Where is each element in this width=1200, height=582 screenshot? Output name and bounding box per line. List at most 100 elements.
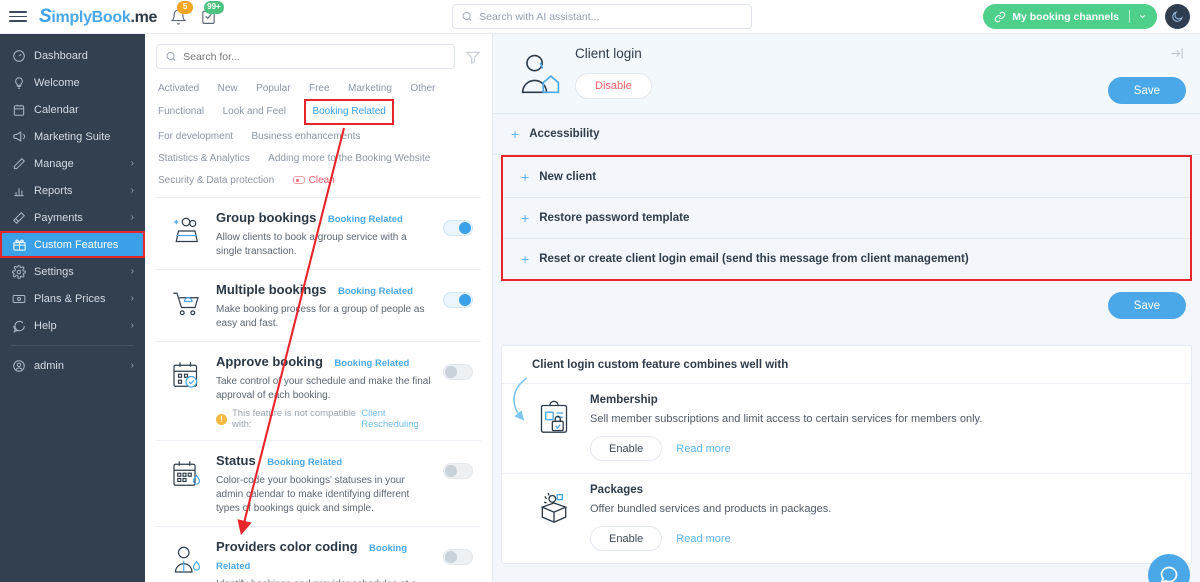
filter-tag-adding-more-booking-website[interactable]: Adding more to the Booking Website — [268, 149, 430, 169]
global-search-input[interactable] — [479, 10, 743, 23]
feature-toggle-group-bookings[interactable] — [443, 220, 473, 236]
combine-item-description: Sell member subscriptions and limit acce… — [590, 413, 983, 425]
filter-tag-popular[interactable]: Popular — [256, 79, 290, 99]
filter-tag-business-enhancements[interactable]: Business enhancements — [252, 127, 361, 147]
sidebar-item-plans-and-prices[interactable]: Plans & Prices › — [0, 285, 145, 312]
sidebar-item-settings[interactable]: Settings › — [0, 258, 145, 285]
sidebar-item-dashboard[interactable]: Dashboard — [0, 42, 145, 69]
dark-mode-toggle-button[interactable] — [1165, 4, 1190, 29]
group-bookings-icon — [166, 211, 206, 251]
sidebar-item-calendar[interactable]: Calendar — [0, 96, 145, 123]
app-logo[interactable]: SimplyBook.me — [39, 6, 157, 28]
feature-card-multiple-bookings[interactable]: Multiple bookings Booking Related Make b… — [156, 270, 481, 342]
detail-bottom-save-button[interactable]: Save — [1107, 292, 1186, 319]
booking-channels-label: My booking channels — [1012, 10, 1119, 23]
features-card-list: Group bookings Booking Related Allow cli… — [156, 197, 481, 582]
features-search-input[interactable] — [183, 50, 446, 63]
read-more-packages-link[interactable]: Read more — [676, 533, 730, 545]
combines-well-with-title: Client login custom feature combines wel… — [532, 359, 789, 371]
main-sidebar: Dashboard Welcome Calendar Marketing Sui… — [0, 34, 145, 582]
sidebar-item-reports[interactable]: Reports › — [0, 177, 145, 204]
sidebar-item-manage[interactable]: Manage › — [0, 150, 145, 177]
filter-tag-look-and-feel[interactable]: Look and Feel — [223, 102, 286, 122]
filter-tag-other[interactable]: Other — [410, 79, 435, 99]
filter-tag-functional[interactable]: Functional — [158, 102, 204, 122]
sidebar-divider — [11, 345, 134, 346]
sidebar-item-marketing-suite[interactable]: Marketing Suite — [0, 123, 145, 150]
detail-title: Client login — [575, 46, 642, 61]
feature-card-body: Group bookings Booking Related Allow cli… — [216, 208, 433, 259]
calendar-color-icon — [166, 454, 206, 494]
accordion-row-restore-password-template[interactable]: + Restore password template — [503, 198, 1190, 239]
feature-title: Group bookings — [216, 210, 317, 225]
feature-toggle-multiple-bookings[interactable] — [443, 292, 473, 308]
feature-description: Make booking process for a group of peop… — [216, 304, 425, 329]
sidebar-item-welcome[interactable]: Welcome — [0, 69, 145, 96]
feature-description: Allow clients to book a group service wi… — [216, 232, 407, 257]
feature-title: Approve booking — [216, 354, 323, 369]
chevron-right-icon: › — [130, 293, 134, 304]
tasks-icon[interactable]: 99+ — [200, 0, 224, 26]
combine-item-title: Membership — [590, 394, 658, 406]
enable-membership-button[interactable]: Enable — [590, 436, 663, 461]
feature-card-providers-color-coding[interactable]: Providers color coding Booking Related I… — [156, 527, 481, 582]
collapse-right-icon[interactable] — [1169, 46, 1184, 61]
combine-item-body: Packages Offer bundled services and prod… — [590, 484, 1173, 551]
moon-icon — [1172, 11, 1183, 22]
filter-tag-booking-related[interactable]: Booking Related — [304, 99, 394, 125]
feature-toggle-status[interactable] — [443, 463, 473, 479]
filter-tag-free[interactable]: Free — [309, 79, 330, 99]
sidebar-label: Dashboard — [34, 49, 88, 62]
my-booking-channels-button[interactable]: My booking channels — [983, 4, 1157, 29]
sidebar-item-help[interactable]: Help › — [0, 312, 145, 339]
logo-imply: imply — [51, 8, 92, 26]
chat-icon — [12, 319, 31, 333]
features-search-box[interactable] — [156, 44, 455, 69]
enable-packages-button[interactable]: Enable — [590, 526, 663, 551]
sidebar-label: Welcome — [34, 76, 80, 89]
user-circle-icon — [12, 359, 31, 373]
warning-icon: ! — [216, 413, 227, 425]
filter-tag-new[interactable]: New — [218, 79, 238, 99]
accordion-row-new-client[interactable]: + New client — [503, 157, 1190, 198]
sidebar-item-custom-features[interactable]: Custom Features — [0, 231, 145, 258]
filter-tag-marketing[interactable]: Marketing — [348, 79, 392, 99]
feature-card-status[interactable]: Status Booking Related Color-code your b… — [156, 441, 481, 527]
feature-toggle-approve-booking[interactable] — [443, 364, 473, 380]
accordion-row-accessibility[interactable]: + Accessibility — [493, 114, 1200, 155]
global-search-box[interactable] — [452, 4, 752, 29]
chevron-down-icon[interactable] — [1138, 12, 1147, 21]
feature-card-approve-booking[interactable]: Approve booking Booking Related Take con… — [156, 342, 481, 441]
accordion-row-reset-or-create-client-login-email[interactable]: + Reset or create client login email (se… — [503, 239, 1190, 279]
accordion-label: Reset or create client login email (send… — [539, 253, 969, 265]
detail-header-save-button[interactable]: Save — [1107, 77, 1186, 104]
feature-card-body: Multiple bookings Booking Related Make b… — [216, 280, 433, 331]
combines-well-with-section: Client login custom feature combines wel… — [501, 345, 1192, 564]
disable-feature-button[interactable]: Disable — [575, 73, 652, 99]
sidebar-item-payments[interactable]: Payments › — [0, 204, 145, 231]
filter-tag-activated[interactable]: Activated — [158, 79, 199, 99]
filter-tag-security-data-protection[interactable]: Security & Data protection — [158, 171, 274, 191]
features-search-row — [156, 44, 481, 69]
feature-tag: Booking Related — [337, 286, 413, 297]
note-link-client-rescheduling[interactable]: Client Rescheduling — [361, 408, 433, 430]
feature-tag: Booking Related — [334, 358, 410, 369]
sidebar-label: Plans & Prices — [34, 292, 106, 305]
clean-filters-button[interactable]: Clean — [292, 171, 335, 191]
provider-color-icon — [166, 540, 206, 580]
feature-card-group-bookings[interactable]: Group bookings Booking Related Allow cli… — [156, 198, 481, 270]
notifications-bell-icon[interactable]: 5 — [170, 0, 194, 26]
sidebar-item-account[interactable]: admin › — [0, 352, 145, 379]
calendar-check-icon — [166, 355, 206, 395]
funnel-icon[interactable] — [465, 49, 481, 65]
filter-tag-statistics-analytics[interactable]: Statistics & Analytics — [158, 149, 250, 169]
gear-icon — [12, 264, 31, 279]
feature-title: Multiple bookings — [216, 282, 327, 297]
feature-toggle-providers-color-coding[interactable] — [443, 549, 473, 565]
link-icon — [995, 11, 1006, 22]
filter-tag-for-development[interactable]: For development — [158, 127, 233, 147]
hamburger-menu-icon[interactable] — [9, 11, 27, 22]
read-more-membership-link[interactable]: Read more — [676, 443, 730, 455]
search-icon — [166, 51, 176, 61]
feature-detail-panel: Client login Disable Save + Accessibilit… — [493, 34, 1200, 582]
